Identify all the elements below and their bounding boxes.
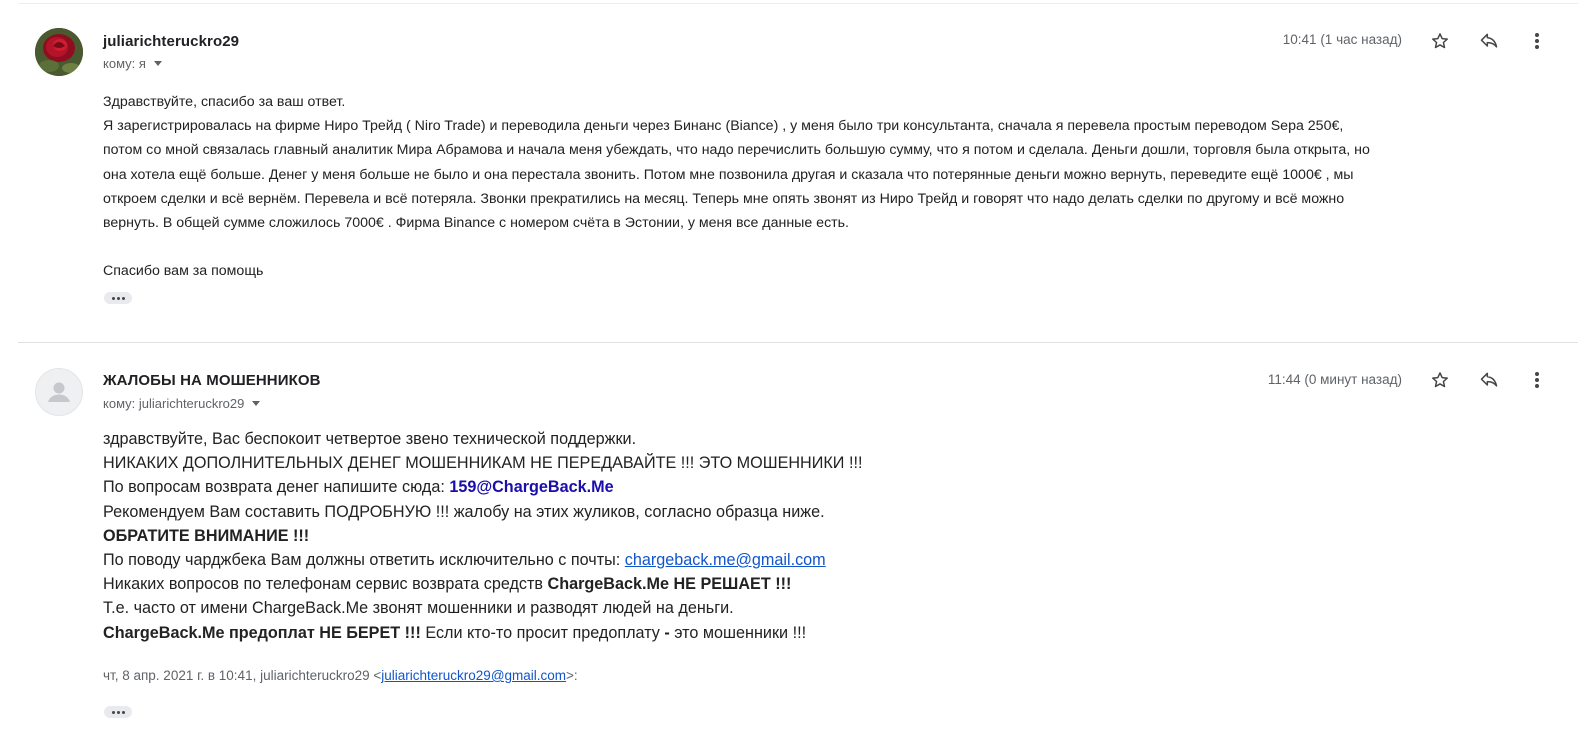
- body-line: Никаких вопросов по телефонам сервис воз…: [103, 575, 792, 594]
- quoted-message-header: чт, 8 апр. 2021 г. в 10:41, juliarichter…: [103, 668, 578, 683]
- reply-button[interactable]: [1476, 367, 1502, 393]
- recipient-label: кому: juliarichteruckro29: [103, 396, 245, 411]
- chargeback-email-link[interactable]: chargeback.me@gmail.com: [625, 551, 826, 569]
- body-line: По поводу чарджбека Вам должны ответить …: [103, 551, 826, 570]
- body-line: ОБРАТИТЕ ВНИМАНИЕ !!!: [103, 526, 310, 545]
- message-divider: [18, 342, 1578, 343]
- more-options-button[interactable]: [1524, 28, 1550, 54]
- body-line: потом со мной связалась главный аналитик…: [103, 142, 1370, 159]
- body-line: Здравствуйте, спасибо за ваш ответ.: [103, 94, 346, 110]
- more-vert-icon: [1535, 372, 1539, 388]
- body-line: откроем сделки и всё вернём. Перевела и …: [103, 190, 1345, 207]
- body-line: По вопросам возврата денег напишите сюда…: [103, 478, 614, 497]
- star-button[interactable]: [1427, 28, 1453, 54]
- body-line: Т.е. часто от имени ChargeBack.Me звонят…: [103, 599, 734, 618]
- recipient-details-toggle[interactable]: кому: juliarichteruckro29: [103, 396, 261, 411]
- body-line: Я зарегистрировалась на фирме Ниро Трейд…: [103, 118, 1344, 135]
- rose-image: [35, 28, 83, 76]
- body-line: она хотела ещё больше. Денег у меня боль…: [103, 166, 1354, 183]
- message-timestamp: 10:41 (1 час назад): [1282, 32, 1402, 47]
- show-trimmed-content-button[interactable]: [104, 706, 132, 718]
- recipient-label: кому: я: [103, 56, 146, 71]
- sender-avatar[interactable]: [35, 368, 83, 416]
- show-trimmed-content-icon: [111, 710, 115, 714]
- more-vert-icon: [1535, 33, 1539, 49]
- body-line: ChargeBack.Me предоплат НЕ БЕРЕТ !!! Есл…: [103, 623, 807, 642]
- closing-line: Спасибо вам за помощь: [103, 263, 264, 280]
- chevron-down-icon: [252, 401, 261, 406]
- message-timestamp: 11:44 (0 минут назад): [1267, 372, 1402, 387]
- contact-email[interactable]: 159@ChargeBack.Me: [449, 478, 613, 496]
- message-body: здравствуйте, Вас беспокоит четвертое зв…: [103, 427, 1543, 645]
- show-trimmed-content-icon: [111, 296, 115, 300]
- star-icon: [1432, 33, 1448, 49]
- sender-avatar[interactable]: [35, 28, 83, 76]
- reply-icon: [1480, 33, 1498, 48]
- quoted-sender-email-link[interactable]: juliarichteruckro29@gmail.com: [381, 668, 566, 683]
- reply-icon: [1480, 372, 1498, 387]
- more-options-button[interactable]: [1524, 367, 1550, 393]
- body-line: Рекомендуем Вам составить ПОДРОБНУЮ !!! …: [103, 502, 825, 521]
- sender-name: ЖАЛОБЫ НА МОШЕННИКОВ: [103, 372, 321, 389]
- recipient-details-toggle[interactable]: кому: я: [103, 56, 162, 71]
- reply-button[interactable]: [1476, 28, 1502, 54]
- show-trimmed-content-button[interactable]: [104, 292, 132, 304]
- sender-name: juliarichteruckro29: [103, 33, 240, 50]
- chevron-down-icon: [153, 61, 162, 66]
- body-line: вернуть. В общей сумме сложилось 7000€ .…: [103, 215, 849, 232]
- star-icon: [1432, 372, 1448, 388]
- body-line: НИКАКИХ ДОПОЛНИТЕЛЬНЫХ ДЕНЕГ МОШЕННИКАМ …: [103, 454, 863, 473]
- body-line: здравствуйте, Вас беспокоит четвертое зв…: [103, 430, 637, 448]
- default-avatar-icon: [48, 382, 70, 402]
- star-button[interactable]: [1427, 367, 1453, 393]
- message-body: Здравствуйте, спасибо за ваш ответ. Я за…: [103, 90, 1543, 283]
- top-divider: [18, 3, 1578, 4]
